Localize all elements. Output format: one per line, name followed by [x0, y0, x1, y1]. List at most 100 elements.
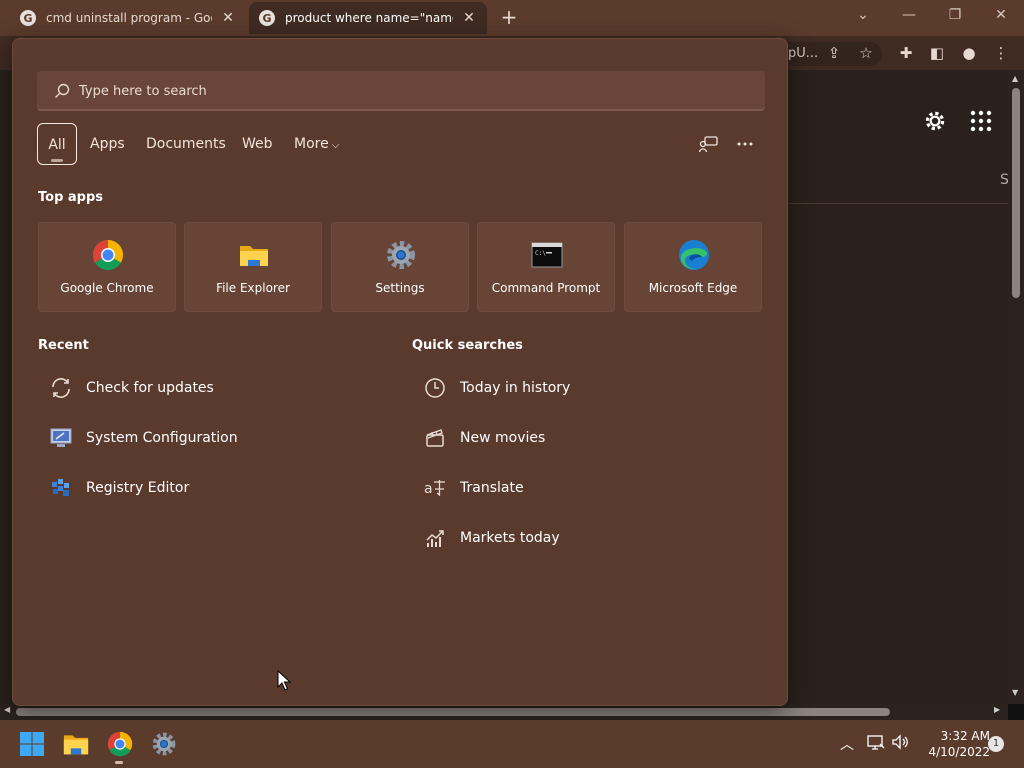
svg-text:a: a — [424, 481, 433, 497]
tab-title: product where name="name of p — [285, 11, 453, 25]
taskbar-file-explorer[interactable] — [60, 728, 92, 760]
quick-search-label: New movies — [460, 430, 546, 446]
recent-heading: Recent — [38, 338, 89, 353]
recent-item-label: Check for updates — [86, 380, 214, 396]
vertical-scroll-thumb[interactable] — [1012, 88, 1020, 298]
notification-badge[interactable]: 1 — [988, 736, 1004, 752]
quick-search-new-movies[interactable]: New movies — [412, 418, 545, 458]
chevron-down-icon: ⌵ — [331, 140, 340, 151]
taskbar: ︿ 3:32 AM 4/10/2022 1 — [0, 720, 1024, 768]
scroll-right-icon[interactable]: ▶ — [994, 705, 1000, 714]
tab-search-chevron-icon[interactable]: ⌄ — [840, 0, 886, 30]
quick-search-translate[interactable]: a Translate — [412, 468, 524, 508]
quick-search-markets-today[interactable]: Markets today — [412, 518, 560, 558]
app-tile-settings[interactable]: Settings — [331, 222, 469, 312]
app-tile-google-chrome[interactable]: Google Chrome — [38, 222, 176, 312]
feedback-icon[interactable] — [699, 135, 719, 153]
taskbar-google-chrome[interactable] — [104, 728, 136, 764]
taskbar-clock[interactable]: 3:32 AM 4/10/2022 — [910, 728, 990, 760]
app-tile-label: File Explorer — [216, 281, 290, 295]
filter-web[interactable]: Web — [242, 123, 273, 165]
folder-icon — [240, 246, 268, 266]
browser-tab-1[interactable]: G cmd uninstall program - Google ✕ — [10, 2, 246, 34]
start-button[interactable] — [16, 728, 48, 760]
side-panel-icon[interactable]: ◧ — [926, 42, 948, 64]
filter-apps[interactable]: Apps — [90, 123, 125, 165]
recent-item-system-configuration[interactable]: System Configuration — [38, 418, 238, 458]
scroll-down-icon[interactable]: ▼ — [1012, 688, 1018, 697]
volume-icon[interactable] — [890, 734, 910, 754]
clock-time: 3:32 AM — [940, 729, 990, 743]
settings-gear-icon — [152, 732, 176, 756]
settings-gear-icon — [387, 241, 415, 269]
registry-icon — [48, 475, 74, 501]
close-tab-icon[interactable]: ✕ — [220, 10, 236, 26]
app-tile-label: Command Prompt — [491, 281, 601, 295]
google-favicon-icon: G — [259, 10, 275, 26]
vertical-scrollbar[interactable]: ▲ ▼ — [1008, 70, 1024, 704]
google-favicon-icon: G — [20, 10, 36, 26]
browser-tabstrip: G cmd uninstall program - Google ✕ G pro… — [0, 0, 1024, 36]
system-config-icon — [48, 425, 74, 451]
scroll-left-icon[interactable]: ◀ — [4, 705, 10, 714]
chart-icon — [422, 525, 448, 551]
search-flyout: All Apps Documents Web More⌵ Top apps Go… — [12, 38, 788, 706]
tab-title: cmd uninstall program - Google — [46, 11, 212, 25]
search-input[interactable] — [79, 79, 739, 103]
taskbar-settings[interactable] — [148, 728, 180, 760]
clock-date: 4/10/2022 — [928, 745, 990, 759]
chrome-icon — [92, 240, 124, 271]
close-tab-icon[interactable]: ✕ — [461, 10, 477, 26]
chrome-menu-icon[interactable]: ⋮ — [990, 42, 1012, 64]
address-text: pU... — [788, 46, 819, 61]
filter-documents[interactable]: Documents — [146, 123, 226, 165]
quick-search-label: Markets today — [460, 530, 560, 546]
edge-icon — [679, 240, 709, 270]
app-tile-command-prompt[interactable]: C:\ Command Prompt — [477, 222, 615, 312]
scrollbar-corner — [1008, 704, 1024, 720]
windows-logo-icon — [20, 732, 44, 756]
profile-avatar-icon[interactable]: ● — [958, 42, 980, 64]
svg-text:C:\: C:\ — [535, 250, 546, 257]
quick-search-today-in-history[interactable]: Today in history — [412, 368, 570, 408]
recent-item-label: System Configuration — [86, 430, 238, 446]
folder-icon — [63, 735, 89, 755]
recent-item-label: Registry Editor — [86, 480, 190, 496]
filter-all[interactable]: All — [37, 123, 77, 165]
filter-more-label: More — [294, 136, 329, 152]
horizontal-scrollbar[interactable]: ◀ ▶ — [0, 704, 1008, 720]
settings-gear-icon[interactable] — [922, 108, 948, 134]
filter-more[interactable]: More ⌵ — [294, 123, 339, 165]
recent-item-check-for-updates[interactable]: Check for updates — [38, 368, 214, 408]
app-tile-file-explorer[interactable]: File Explorer — [184, 222, 322, 312]
translate-icon: a — [422, 475, 448, 501]
quick-search-label: Today in history — [460, 380, 571, 396]
show-hidden-icons-chevron-icon[interactable]: ︿ — [838, 734, 856, 754]
close-window-button[interactable]: ✕ — [978, 0, 1024, 30]
search-box[interactable] — [37, 71, 765, 111]
horizontal-scroll-thumb[interactable] — [16, 708, 890, 716]
bookmark-star-icon[interactable]: ☆ — [855, 42, 877, 64]
app-tile-microsoft-edge[interactable]: Microsoft Edge — [624, 222, 762, 312]
app-tile-label: Google Chrome — [60, 281, 154, 295]
more-options-icon[interactable] — [735, 135, 755, 153]
extensions-puzzle-icon[interactable]: ✚ — [895, 42, 917, 64]
minimize-button[interactable]: — — [886, 0, 932, 30]
chrome-icon — [107, 731, 133, 757]
browser-tab-2[interactable]: G product where name="name of p ✕ — [249, 2, 487, 34]
app-tile-label: Settings — [375, 281, 425, 295]
quick-searches-heading: Quick searches — [412, 338, 523, 353]
refresh-icon — [48, 375, 74, 401]
running-indicator — [115, 761, 123, 764]
network-icon[interactable] — [866, 734, 886, 754]
scroll-up-icon[interactable]: ▲ — [1012, 74, 1018, 83]
restore-button[interactable]: ❐ — [932, 0, 978, 30]
terminal-icon: C:\ — [531, 242, 563, 268]
clock-icon — [422, 375, 448, 401]
page-divider — [788, 203, 1008, 204]
recent-item-registry-editor[interactable]: Registry Editor — [38, 468, 189, 508]
share-icon[interactable]: ⇪ — [823, 42, 845, 64]
apps-grid-icon[interactable] — [970, 110, 992, 132]
top-apps-heading: Top apps — [38, 190, 104, 205]
new-tab-button[interactable]: + — [498, 6, 520, 28]
